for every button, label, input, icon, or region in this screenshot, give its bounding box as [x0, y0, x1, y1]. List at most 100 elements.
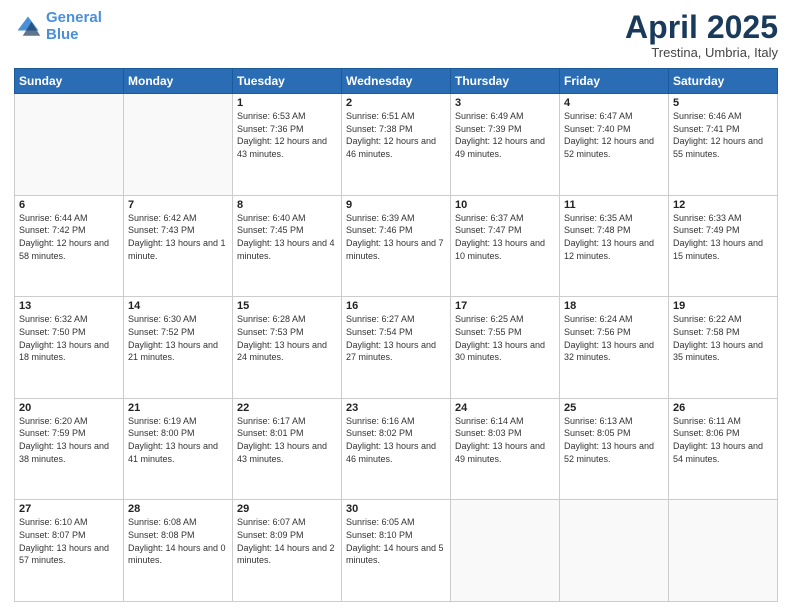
day-info: Sunrise: 6:35 AMSunset: 7:48 PMDaylight:…: [564, 212, 664, 262]
calendar-cell: 22Sunrise: 6:17 AMSunset: 8:01 PMDayligh…: [233, 398, 342, 500]
day-info: Sunrise: 6:46 AMSunset: 7:41 PMDaylight:…: [673, 110, 773, 160]
day-info: Sunrise: 6:27 AMSunset: 7:54 PMDaylight:…: [346, 313, 446, 363]
day-number: 2: [346, 97, 446, 109]
day-number: 18: [564, 300, 664, 312]
calendar-cell: 20Sunrise: 6:20 AMSunset: 7:59 PMDayligh…: [15, 398, 124, 500]
day-number: 19: [673, 300, 773, 312]
day-number: 9: [346, 199, 446, 211]
calendar-cell: 15Sunrise: 6:28 AMSunset: 7:53 PMDayligh…: [233, 297, 342, 399]
day-number: 8: [237, 199, 337, 211]
day-info: Sunrise: 6:20 AMSunset: 7:59 PMDaylight:…: [19, 415, 119, 465]
col-monday: Monday: [124, 69, 233, 94]
day-info: Sunrise: 6:11 AMSunset: 8:06 PMDaylight:…: [673, 415, 773, 465]
day-number: 14: [128, 300, 228, 312]
calendar-cell: 9Sunrise: 6:39 AMSunset: 7:46 PMDaylight…: [342, 195, 451, 297]
day-info: Sunrise: 6:37 AMSunset: 7:47 PMDaylight:…: [455, 212, 555, 262]
calendar-cell: [669, 500, 778, 602]
day-number: 11: [564, 199, 664, 211]
header: General Blue April 2025 Trestina, Umbria…: [14, 10, 778, 60]
day-info: Sunrise: 6:10 AMSunset: 8:07 PMDaylight:…: [19, 516, 119, 566]
day-info: Sunrise: 6:39 AMSunset: 7:46 PMDaylight:…: [346, 212, 446, 262]
day-info: Sunrise: 6:33 AMSunset: 7:49 PMDaylight:…: [673, 212, 773, 262]
subtitle: Trestina, Umbria, Italy: [625, 45, 778, 60]
calendar-cell: 2Sunrise: 6:51 AMSunset: 7:38 PMDaylight…: [342, 94, 451, 196]
day-number: 13: [19, 300, 119, 312]
day-info: Sunrise: 6:51 AMSunset: 7:38 PMDaylight:…: [346, 110, 446, 160]
calendar-cell: 26Sunrise: 6:11 AMSunset: 8:06 PMDayligh…: [669, 398, 778, 500]
day-number: 27: [19, 503, 119, 515]
calendar-cell: 11Sunrise: 6:35 AMSunset: 7:48 PMDayligh…: [560, 195, 669, 297]
day-number: 16: [346, 300, 446, 312]
calendar-cell: [560, 500, 669, 602]
calendar-cell: 7Sunrise: 6:42 AMSunset: 7:43 PMDaylight…: [124, 195, 233, 297]
day-number: 24: [455, 402, 555, 414]
main-title: April 2025: [625, 10, 778, 45]
day-number: 25: [564, 402, 664, 414]
day-number: 30: [346, 503, 446, 515]
calendar-cell: 30Sunrise: 6:05 AMSunset: 8:10 PMDayligh…: [342, 500, 451, 602]
calendar-cell: 13Sunrise: 6:32 AMSunset: 7:50 PMDayligh…: [15, 297, 124, 399]
day-info: Sunrise: 6:25 AMSunset: 7:55 PMDaylight:…: [455, 313, 555, 363]
day-info: Sunrise: 6:22 AMSunset: 7:58 PMDaylight:…: [673, 313, 773, 363]
calendar-cell: 28Sunrise: 6:08 AMSunset: 8:08 PMDayligh…: [124, 500, 233, 602]
day-number: 10: [455, 199, 555, 211]
calendar-cell: 16Sunrise: 6:27 AMSunset: 7:54 PMDayligh…: [342, 297, 451, 399]
day-info: Sunrise: 6:07 AMSunset: 8:09 PMDaylight:…: [237, 516, 337, 566]
day-info: Sunrise: 6:19 AMSunset: 8:00 PMDaylight:…: [128, 415, 228, 465]
calendar-cell: 25Sunrise: 6:13 AMSunset: 8:05 PMDayligh…: [560, 398, 669, 500]
logo-general: General: [46, 9, 102, 26]
day-number: 23: [346, 402, 446, 414]
calendar-cell: 29Sunrise: 6:07 AMSunset: 8:09 PMDayligh…: [233, 500, 342, 602]
calendar-cell: 18Sunrise: 6:24 AMSunset: 7:56 PMDayligh…: [560, 297, 669, 399]
day-number: 29: [237, 503, 337, 515]
day-number: 5: [673, 97, 773, 109]
calendar-cell: [124, 94, 233, 196]
calendar-week-5: 27Sunrise: 6:10 AMSunset: 8:07 PMDayligh…: [15, 500, 778, 602]
day-info: Sunrise: 6:28 AMSunset: 7:53 PMDaylight:…: [237, 313, 337, 363]
calendar-cell: 23Sunrise: 6:16 AMSunset: 8:02 PMDayligh…: [342, 398, 451, 500]
page: General Blue April 2025 Trestina, Umbria…: [0, 0, 792, 612]
day-number: 20: [19, 402, 119, 414]
calendar-header-row: Sunday Monday Tuesday Wednesday Thursday…: [15, 69, 778, 94]
day-number: 22: [237, 402, 337, 414]
calendar-cell: 17Sunrise: 6:25 AMSunset: 7:55 PMDayligh…: [451, 297, 560, 399]
logo-icon: [14, 13, 42, 41]
calendar-cell: 3Sunrise: 6:49 AMSunset: 7:39 PMDaylight…: [451, 94, 560, 196]
calendar-cell: 6Sunrise: 6:44 AMSunset: 7:42 PMDaylight…: [15, 195, 124, 297]
day-info: Sunrise: 6:44 AMSunset: 7:42 PMDaylight:…: [19, 212, 119, 262]
calendar-cell: 10Sunrise: 6:37 AMSunset: 7:47 PMDayligh…: [451, 195, 560, 297]
calendar-cell: 14Sunrise: 6:30 AMSunset: 7:52 PMDayligh…: [124, 297, 233, 399]
calendar-cell: 27Sunrise: 6:10 AMSunset: 8:07 PMDayligh…: [15, 500, 124, 602]
calendar-week-1: 1Sunrise: 6:53 AMSunset: 7:36 PMDaylight…: [15, 94, 778, 196]
day-info: Sunrise: 6:17 AMSunset: 8:01 PMDaylight:…: [237, 415, 337, 465]
logo: General Blue: [14, 10, 102, 43]
day-info: Sunrise: 6:40 AMSunset: 7:45 PMDaylight:…: [237, 212, 337, 262]
day-number: 21: [128, 402, 228, 414]
calendar-week-3: 13Sunrise: 6:32 AMSunset: 7:50 PMDayligh…: [15, 297, 778, 399]
day-info: Sunrise: 6:49 AMSunset: 7:39 PMDaylight:…: [455, 110, 555, 160]
calendar-cell: 24Sunrise: 6:14 AMSunset: 8:03 PMDayligh…: [451, 398, 560, 500]
day-number: 12: [673, 199, 773, 211]
col-saturday: Saturday: [669, 69, 778, 94]
day-number: 28: [128, 503, 228, 515]
day-number: 7: [128, 199, 228, 211]
day-info: Sunrise: 6:05 AMSunset: 8:10 PMDaylight:…: [346, 516, 446, 566]
calendar-table: Sunday Monday Tuesday Wednesday Thursday…: [14, 68, 778, 602]
calendar-cell: [15, 94, 124, 196]
day-number: 4: [564, 97, 664, 109]
day-info: Sunrise: 6:14 AMSunset: 8:03 PMDaylight:…: [455, 415, 555, 465]
day-info: Sunrise: 6:30 AMSunset: 7:52 PMDaylight:…: [128, 313, 228, 363]
calendar-week-4: 20Sunrise: 6:20 AMSunset: 7:59 PMDayligh…: [15, 398, 778, 500]
title-block: April 2025 Trestina, Umbria, Italy: [625, 10, 778, 60]
day-number: 6: [19, 199, 119, 211]
col-thursday: Thursday: [451, 69, 560, 94]
col-sunday: Sunday: [15, 69, 124, 94]
day-info: Sunrise: 6:13 AMSunset: 8:05 PMDaylight:…: [564, 415, 664, 465]
day-info: Sunrise: 6:47 AMSunset: 7:40 PMDaylight:…: [564, 110, 664, 160]
day-number: 17: [455, 300, 555, 312]
day-info: Sunrise: 6:16 AMSunset: 8:02 PMDaylight:…: [346, 415, 446, 465]
calendar-cell: 21Sunrise: 6:19 AMSunset: 8:00 PMDayligh…: [124, 398, 233, 500]
calendar-cell: 12Sunrise: 6:33 AMSunset: 7:49 PMDayligh…: [669, 195, 778, 297]
day-number: 26: [673, 402, 773, 414]
day-info: Sunrise: 6:08 AMSunset: 8:08 PMDaylight:…: [128, 516, 228, 566]
